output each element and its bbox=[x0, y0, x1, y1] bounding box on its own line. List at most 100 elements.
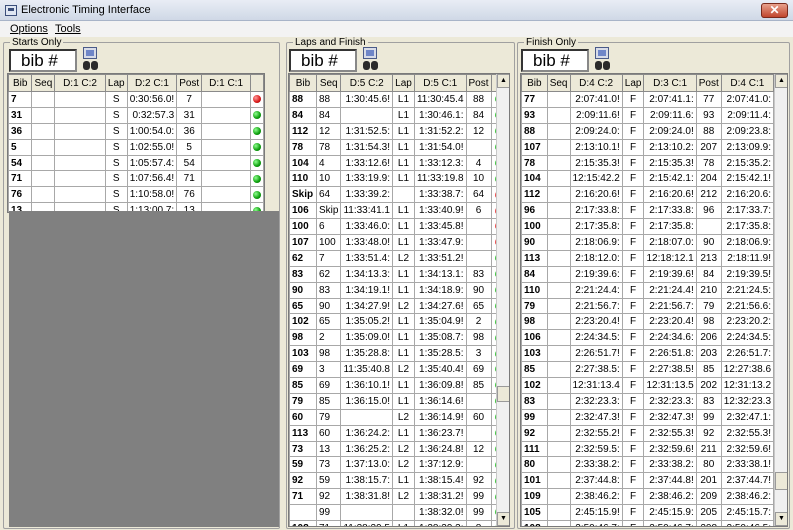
table-cell[interactable]: F bbox=[621, 424, 645, 442]
table-cell[interactable]: 98 bbox=[521, 313, 548, 331]
table-cell[interactable]: 3 bbox=[315, 361, 342, 379]
table-cell[interactable]: F bbox=[621, 313, 645, 331]
table-cell[interactable]: 2:18:06.9: bbox=[720, 234, 775, 251]
table-cell[interactable]: 93 bbox=[521, 106, 548, 124]
bib-number-display[interactable]: bib # bbox=[9, 49, 77, 72]
table-cell[interactable] bbox=[54, 170, 106, 188]
table-cell[interactable]: F bbox=[621, 377, 645, 394]
table-cell[interactable] bbox=[546, 456, 571, 474]
table-cell[interactable] bbox=[546, 186, 571, 204]
table-cell[interactable]: 1:33:46.0: bbox=[340, 218, 393, 236]
table-cell[interactable]: 85 bbox=[695, 361, 722, 379]
table-cell[interactable]: 1:10:58.0! bbox=[126, 186, 178, 204]
table-cell[interactable]: F bbox=[621, 361, 645, 379]
table-cell[interactable]: 2:32:59.6! bbox=[643, 440, 697, 458]
table-cell[interactable] bbox=[546, 440, 571, 458]
table-cell[interactable]: S bbox=[104, 122, 128, 140]
table-cell[interactable]: 84 bbox=[695, 265, 722, 283]
table-cell[interactable]: 59 bbox=[289, 456, 317, 474]
table-cell[interactable]: 2:38:46.2: bbox=[643, 488, 697, 506]
table-cell[interactable] bbox=[201, 154, 251, 172]
table-cell[interactable]: L1 bbox=[391, 218, 415, 236]
table-cell[interactable] bbox=[31, 186, 56, 204]
table-cell[interactable]: 100 bbox=[289, 218, 317, 236]
column-header[interactable]: D:5 C:2 bbox=[340, 74, 393, 92]
table-row[interactable]: 88 2:09:24.0: F 2:09:24.0! 88 2:09:23.8: bbox=[521, 122, 787, 140]
table-row[interactable]: 100 6 1:33:46.0: L1 1:33:45.8! bbox=[289, 218, 507, 236]
table-cell[interactable]: 1:30:46.1: bbox=[413, 106, 467, 124]
table-cell[interactable]: 1:34:27.6! bbox=[413, 297, 467, 315]
table-cell[interactable]: 2:32:23.3: bbox=[569, 392, 623, 410]
table-cell[interactable]: 1:33:48.0! bbox=[340, 234, 393, 251]
table-cell[interactable]: 2:23:20.2: bbox=[720, 313, 775, 331]
table-row[interactable]: 110 10 1:33:19.9: L1 11:33:19.8 10 bbox=[289, 170, 507, 188]
table-row[interactable]: 59 73 1:37:13.0: L2 1:37:12.9: bbox=[289, 456, 507, 474]
table-cell[interactable]: 2:21:56.7: bbox=[569, 297, 623, 315]
table-cell[interactable]: 11:33:19.8 bbox=[413, 170, 467, 188]
table-cell[interactable]: 1:34:13.1: bbox=[413, 265, 467, 283]
table-cell[interactable]: 62 bbox=[289, 249, 317, 267]
table-cell[interactable]: 1:38:31.2! bbox=[413, 488, 467, 506]
table-cell[interactable]: 1:36:25.2: bbox=[340, 440, 393, 458]
table-cell[interactable]: 201 bbox=[695, 472, 722, 490]
table-cell[interactable]: 98 bbox=[695, 313, 722, 331]
table-row[interactable]: 99 1:38:32.0! 99 bbox=[289, 504, 507, 522]
scroll-down-arrow-icon[interactable]: ▼ bbox=[497, 512, 509, 526]
table-cell[interactable]: 60 bbox=[465, 408, 492, 426]
table-cell[interactable]: 1:38:32.0! bbox=[413, 504, 467, 522]
table-cell[interactable]: L2 bbox=[391, 456, 415, 474]
table-cell[interactable] bbox=[546, 138, 571, 156]
table-cell[interactable]: 1:02:55.0! bbox=[126, 138, 178, 156]
table-cell[interactable]: 2:16:20.6! bbox=[569, 186, 623, 204]
table-cell[interactable]: F bbox=[621, 392, 645, 410]
table-cell[interactable] bbox=[201, 122, 251, 140]
table-cell[interactable]: 1:33:12.3: bbox=[413, 154, 467, 172]
table-cell[interactable]: 12 bbox=[465, 122, 492, 140]
table-cell[interactable]: 98 bbox=[465, 329, 492, 347]
table-cell[interactable]: 84 bbox=[521, 265, 548, 283]
table-cell[interactable]: 106 bbox=[289, 202, 317, 220]
table-cell[interactable]: L1 bbox=[391, 520, 415, 526]
table-cell[interactable]: 92 bbox=[315, 488, 342, 506]
table-cell[interactable]: 2:26:51.7: bbox=[720, 345, 775, 363]
table-cell[interactable]: 1:35:28.8: bbox=[340, 345, 393, 363]
table-cell[interactable]: 78 bbox=[289, 138, 317, 156]
table-cell[interactable] bbox=[201, 106, 251, 124]
menu-options[interactable]: Options bbox=[10, 23, 48, 35]
table-cell[interactable]: 104 bbox=[521, 170, 548, 188]
table-cell[interactable]: 77 bbox=[521, 91, 548, 108]
table-row[interactable]: 80 2:33:38.2: F 2:33:38.2: 80 2:33:38.1! bbox=[521, 456, 787, 474]
table-cell[interactable]: 206 bbox=[695, 329, 722, 347]
column-header[interactable]: Post bbox=[176, 74, 203, 92]
table-row[interactable]: 1087111:38:39.5L11:38:39.3:8 bbox=[289, 520, 507, 526]
bib-number-display-laps[interactable]: bib # bbox=[289, 49, 357, 72]
table-cell[interactable]: 2:32:55.3! bbox=[643, 424, 697, 442]
table-cell[interactable]: 1:33:38.7: bbox=[413, 186, 467, 204]
table-row[interactable]: 85 69 1:36:10.1! L1 1:36:09.8! 85 bbox=[289, 377, 507, 394]
table-cell[interactable] bbox=[465, 456, 492, 474]
scroll-thumb[interactable] bbox=[775, 472, 787, 490]
table-row[interactable]: 104 4 1:33:12.6! L1 1:33:12.3: 4 bbox=[289, 154, 507, 172]
table-cell[interactable]: 207 bbox=[695, 138, 722, 156]
table-row[interactable]: 110 2:21:24.4: F 2:21:24.4! 210 2:21:24.5: bbox=[521, 281, 787, 299]
table-cell[interactable]: F bbox=[621, 106, 645, 124]
table-cell[interactable]: 2:09:24.0: bbox=[569, 122, 623, 140]
table-cell[interactable]: 79 bbox=[315, 408, 342, 426]
table-cell[interactable]: 79 bbox=[289, 392, 317, 410]
table-row[interactable]: 112 12 1:31:52.5: L1 1:31:52.2: 12 bbox=[289, 122, 507, 140]
table-row[interactable]: Skip 64 1:33:39.2: 1:33:38.7: 64 bbox=[289, 186, 507, 204]
table-cell[interactable]: 2:19:39.6! bbox=[643, 265, 697, 283]
table-cell[interactable] bbox=[546, 281, 571, 299]
table-cell[interactable]: 6 bbox=[315, 218, 342, 236]
table-cell[interactable]: L1 bbox=[391, 313, 415, 331]
table-cell[interactable]: 83 bbox=[695, 392, 722, 410]
table-cell[interactable]: F bbox=[621, 138, 645, 156]
column-header[interactable]: Seq bbox=[31, 74, 56, 92]
table-cell[interactable]: 2:18:11.9! bbox=[720, 249, 775, 267]
column-header[interactable]: Seq bbox=[546, 74, 571, 92]
table-cell[interactable]: 2:13:10.2: bbox=[643, 138, 697, 156]
table-cell[interactable]: L1 bbox=[391, 106, 415, 124]
table-row[interactable]: 92 59 1:38:15.7: L1 1:38:15.4! 92 bbox=[289, 472, 507, 490]
table-cell[interactable]: F bbox=[621, 520, 645, 526]
table-cell[interactable]: 1:07:56.4! bbox=[126, 170, 178, 188]
